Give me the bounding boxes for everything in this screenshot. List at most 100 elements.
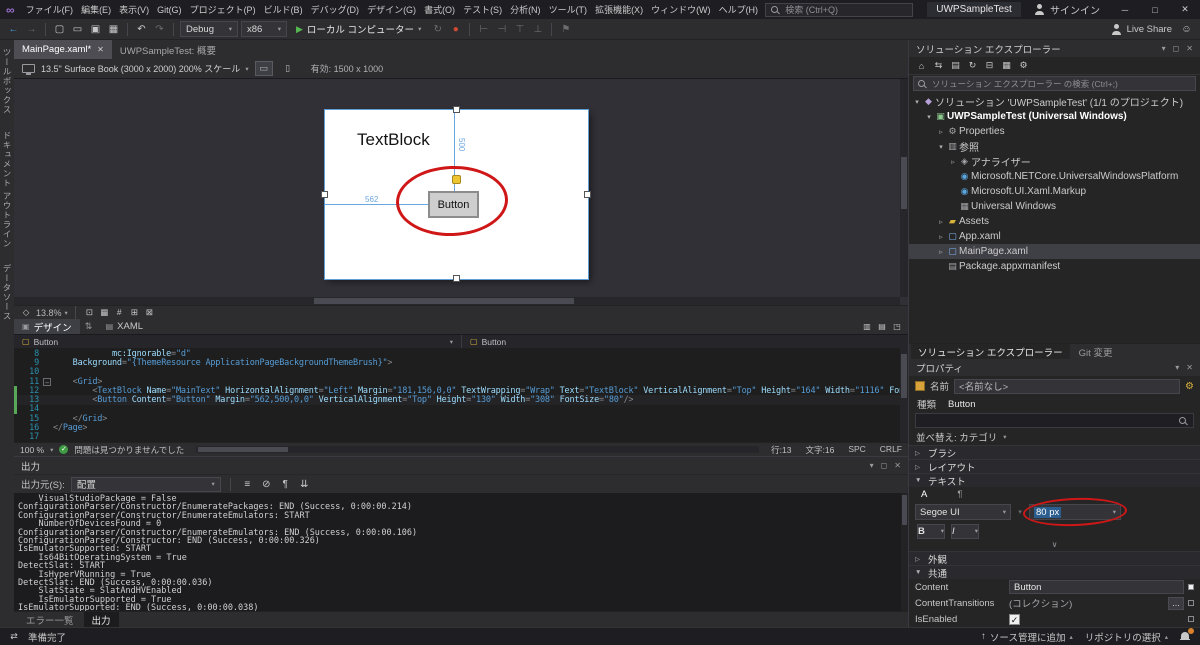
editor-horizontal-scrollbar[interactable]: [196, 446, 760, 453]
property-marker[interactable]: [1188, 584, 1194, 590]
scrollbar-thumb[interactable]: [198, 447, 289, 452]
code-line[interactable]: 17: [14, 432, 908, 442]
code-line[interactable]: 9 Background="{ThemeResource Application…: [14, 358, 908, 368]
expander-icon[interactable]: ▹: [936, 128, 946, 136]
menu-item[interactable]: デバッグ(D): [307, 2, 364, 17]
tree-item[interactable]: ▹ ▢ App.xaml: [909, 229, 1200, 244]
background-tasks-icon[interactable]: ⇄: [8, 631, 20, 642]
properties-search-box[interactable]: [915, 413, 1194, 428]
align-bottoms-icon[interactable]: ⊥: [530, 24, 545, 35]
menu-item[interactable]: 編集(E): [77, 2, 115, 17]
tab-error-list[interactable]: エラー一覧: [18, 612, 82, 627]
word-wrap-icon[interactable]: ¶: [278, 479, 293, 490]
code-line[interactable]: 8 mc:Ignorable="d": [14, 349, 908, 359]
tab-output[interactable]: 出力: [83, 612, 119, 627]
tree-item[interactable]: ▾ ▥ 参照: [909, 139, 1200, 154]
zoom-dropdown[interactable]: 13.8% ▾: [36, 308, 68, 318]
hot-reload-icon[interactable]: ●: [448, 24, 463, 35]
notifications-button[interactable]: [1180, 627, 1194, 643]
menu-item[interactable]: プロジェクト(P): [186, 2, 260, 17]
find-message-icon[interactable]: ≡: [240, 479, 255, 490]
tab-solution-explorer[interactable]: ソリューション エクスプローラー: [911, 344, 1070, 359]
chevron-down-icon[interactable]: ▾: [1162, 44, 1166, 53]
horizontal-split-icon[interactable]: ▤: [876, 322, 888, 331]
menu-item[interactable]: テスト(S): [459, 2, 506, 17]
close-panel-icon[interactable]: ✕: [1186, 363, 1193, 372]
swap-panes-icon[interactable]: ⇅: [80, 321, 98, 332]
property-marker[interactable]: [1188, 600, 1194, 606]
restart-icon[interactable]: ↻: [430, 24, 445, 35]
properties-sort-row[interactable]: 並べ替え: カテゴリ ▾: [909, 429, 1200, 445]
clear-all-icon[interactable]: ⊘: [259, 479, 274, 490]
font-family-dropdown[interactable]: Segoe UI ▾: [915, 504, 1011, 520]
section-layout[interactable]: ▷ レイアウト: [909, 459, 1200, 474]
switch-views-icon[interactable]: ⇆: [932, 60, 945, 71]
section-appearance[interactable]: ▷ 外観: [909, 551, 1200, 566]
code-line[interactable]: 16 </Page>: [14, 423, 908, 433]
expander-icon[interactable]: ▾: [936, 143, 946, 151]
resize-handle-right[interactable]: [584, 191, 591, 198]
code-line[interactable]: 12 <TextBlock Name="MainText" Horizontal…: [14, 386, 908, 396]
design-pane-tab[interactable]: ▣ デザイン: [14, 319, 80, 334]
live-share-button[interactable]: Live Share: [1111, 23, 1176, 35]
resize-handle-left[interactable]: [321, 191, 328, 198]
tree-item[interactable]: ▹ ⚙ Properties: [909, 124, 1200, 139]
designer-vertical-scrollbar[interactable]: [900, 79, 908, 297]
resize-handle-bottom[interactable]: [453, 275, 460, 282]
new-file-icon[interactable]: ▢: [52, 24, 67, 35]
xaml-breadcrumb[interactable]: ▢ Button: [461, 335, 908, 348]
menu-item[interactable]: 分析(N): [506, 2, 545, 17]
open-file-icon[interactable]: ▭: [70, 24, 85, 35]
expander-icon[interactable]: ▹: [936, 248, 946, 256]
design-breadcrumb[interactable]: ▢ Button ▾: [14, 335, 461, 348]
bookmark-icon[interactable]: ⚑: [558, 24, 573, 35]
navigate-forward-icon[interactable]: →: [24, 24, 39, 35]
menu-item[interactable]: ビルド(B): [260, 2, 307, 17]
expander-icon[interactable]: ▹: [936, 218, 946, 226]
output-vertical-scrollbar[interactable]: [901, 493, 908, 611]
code-line[interactable]: 15 </Grid>: [14, 414, 908, 424]
start-debugging-button[interactable]: ▶ ローカル コンピューター ▾: [290, 22, 427, 37]
font-tab[interactable]: A: [921, 489, 927, 502]
chevron-down-icon[interactable]: ▾: [1175, 363, 1179, 372]
navigate-back-icon[interactable]: ←: [6, 24, 21, 35]
feedback-icon[interactable]: ☺: [1179, 24, 1194, 35]
scrollbar-thumb[interactable]: [901, 354, 907, 398]
code-line[interactable]: 10: [14, 367, 908, 377]
section-text[interactable]: ▼ テキスト: [909, 473, 1200, 488]
tree-item[interactable]: ▦ Universal Windows: [909, 199, 1200, 214]
resize-handle-top[interactable]: [453, 106, 460, 113]
properties-icon[interactable]: ⚙: [1017, 60, 1030, 71]
platform-dropdown[interactable]: x86 ▾: [241, 21, 287, 37]
menu-item[interactable]: ヘルプ(H): [715, 2, 763, 17]
maximize-panel-icon[interactable]: ◻: [881, 461, 888, 470]
minimize-button[interactable]: ─: [1110, 0, 1140, 19]
tree-item[interactable]: ▾ ◆ ソリューション 'UWPSampleTest' (1/1 のプロジェクト): [909, 94, 1200, 109]
pending-changes-filter-icon[interactable]: ▤: [949, 60, 962, 71]
menu-item[interactable]: デザイン(G): [363, 2, 420, 17]
italic-button[interactable]: I ▾: [951, 523, 979, 539]
align-centers-icon[interactable]: ⊣: [494, 24, 509, 35]
tab-git-changes[interactable]: Git 変更: [1072, 344, 1120, 359]
menu-item[interactable]: ファイル(F): [22, 2, 78, 17]
portrait-orientation-button[interactable]: ▯: [279, 61, 297, 76]
code-line[interactable]: 13 <Button Content="Button" Margin="562,…: [14, 395, 908, 405]
expander-icon[interactable]: ▾: [924, 113, 934, 121]
tab-mainpage-xaml[interactable]: MainPage.xaml* ✕: [14, 40, 112, 59]
expand-text-section-chevron[interactable]: ∨: [915, 540, 1194, 551]
add-to-source-control-button[interactable]: ↑ ソース管理に追加 ▴: [981, 630, 1073, 644]
paragraph-tab[interactable]: ¶: [957, 489, 962, 502]
device-preview-dropdown[interactable]: 13.5" Surface Book (3000 x 2000) 200% スケ…: [41, 62, 249, 75]
snap-to-guides-icon[interactable]: ⊠: [143, 307, 156, 318]
chevron-down-icon[interactable]: ▾: [870, 461, 874, 470]
designer-horizontal-scrollbar[interactable]: [14, 297, 900, 305]
close-panel-icon[interactable]: ✕: [1186, 44, 1193, 53]
menu-item[interactable]: 拡張機能(X): [591, 2, 647, 17]
quick-search-box[interactable]: 検索 (Ctrl+Q): [765, 2, 914, 17]
configuration-dropdown[interactable]: Debug ▾: [180, 21, 238, 37]
tree-item[interactable]: ▤ Package.appxmanifest: [909, 259, 1200, 274]
section-brush[interactable]: ▷ ブラシ: [909, 445, 1200, 460]
maximize-panel-icon[interactable]: ◻: [1173, 44, 1180, 53]
element-name-input[interactable]: <名前なし>: [954, 378, 1181, 394]
redo-icon[interactable]: ↷: [152, 24, 167, 35]
